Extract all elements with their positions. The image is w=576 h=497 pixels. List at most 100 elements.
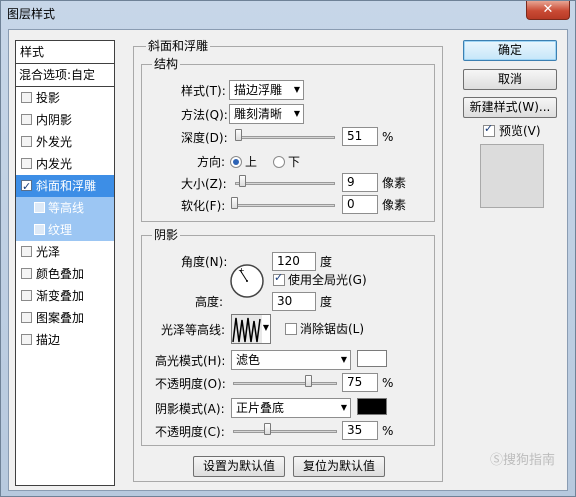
watermark: Ⓢ搜狗指南	[489, 453, 555, 468]
styles-list: 样式 混合选项:自定 投影内阴影外发光内发光斜面和浮雕等高线纹理光泽颜色叠加渐变…	[15, 40, 115, 486]
style-item-label: 颜色叠加	[36, 267, 85, 281]
size-unit: 像素	[382, 176, 407, 190]
ok-button[interactable]: 确定	[463, 40, 557, 61]
chevron-down-icon: ▼	[340, 355, 347, 364]
anti-alias-label[interactable]: 消除锯齿(L)	[300, 321, 364, 337]
soften-unit: 像素	[382, 198, 407, 212]
global-light-checkbox[interactable]	[273, 271, 285, 286]
style-item-checkbox[interactable]	[21, 290, 32, 301]
direction-label: 方向:	[197, 155, 226, 169]
shadow-opacity-thumb[interactable]	[264, 423, 271, 435]
style-item[interactable]: 描边	[16, 329, 114, 351]
depth-input[interactable]: 51	[342, 127, 378, 146]
title-bar[interactable]: 图层样式 ✕	[1, 1, 575, 27]
angle-input[interactable]: 120	[272, 252, 316, 271]
technique-dropdown[interactable]: 雕刻清晰 ▼	[229, 104, 304, 124]
style-item-label: 等高线	[48, 201, 85, 215]
altitude-input[interactable]: 30	[272, 292, 316, 311]
style-item-label: 投影	[36, 91, 61, 105]
style-item-label: 斜面和浮雕	[36, 179, 97, 193]
preview-thumbnail	[480, 144, 544, 208]
shadow-mode-dropdown[interactable]: 正片叠底 ▼	[231, 398, 351, 418]
size-label: 大小(Z):	[181, 177, 227, 191]
styles-header[interactable]: 样式	[16, 41, 114, 64]
window-title: 图层样式	[7, 7, 56, 21]
style-item-checkbox[interactable]	[21, 92, 32, 103]
style-item[interactable]: 内发光	[16, 153, 114, 175]
close-icon[interactable]: ✕	[526, 1, 570, 20]
shadow-opacity-track[interactable]	[233, 430, 337, 433]
style-item[interactable]: 投影	[16, 87, 114, 109]
chevron-down-icon: ▼	[293, 109, 300, 118]
style-items: 投影内阴影外发光内发光斜面和浮雕等高线纹理光泽颜色叠加渐变叠加图案叠加描边	[16, 87, 114, 351]
style-item-checkbox[interactable]	[21, 136, 32, 147]
style-item[interactable]: 外发光	[16, 131, 114, 153]
style-item[interactable]: 图案叠加	[16, 307, 114, 329]
highlight-mode-value: 滤色	[236, 353, 261, 367]
chevron-down-icon: ▼	[262, 323, 269, 332]
size-slider-thumb[interactable]	[239, 175, 246, 187]
direction-down-radio[interactable]	[273, 156, 285, 168]
anti-alias-checkbox[interactable]	[285, 323, 297, 335]
technique-label: 方法(Q):	[181, 108, 228, 122]
preview-checkbox[interactable]	[483, 122, 495, 137]
direction-up-radio[interactable]	[230, 156, 242, 168]
style-item-checkbox[interactable]	[21, 158, 32, 169]
highlight-opacity-track[interactable]	[233, 382, 337, 385]
highlight-opacity-unit: %	[382, 376, 394, 390]
style-item[interactable]: 渐变叠加	[16, 285, 114, 307]
style-item[interactable]: 等高线	[16, 197, 114, 219]
shadow-mode-label: 阴影模式(A):	[155, 402, 225, 416]
style-item[interactable]: 光泽	[16, 241, 114, 263]
soften-slider-thumb[interactable]	[231, 197, 238, 209]
style-dropdown[interactable]: 描边浮雕 ▼	[229, 80, 304, 100]
structure-title: 结构	[152, 57, 181, 71]
shadow-color-swatch[interactable]	[357, 398, 387, 415]
highlight-mode-dropdown[interactable]: 滤色 ▼	[231, 350, 351, 370]
angle-dial[interactable]: +	[229, 263, 265, 299]
style-item-checkbox[interactable]	[21, 176, 32, 198]
shadow-mode-value: 正片叠底	[236, 401, 285, 415]
direction-down-label[interactable]: 下	[288, 154, 300, 170]
altitude-label: 高度:	[195, 295, 224, 309]
style-item[interactable]: 斜面和浮雕	[16, 175, 114, 198]
style-item-checkbox[interactable]	[34, 202, 45, 213]
reset-default-button[interactable]: 复位为默认值	[293, 456, 385, 477]
highlight-mode-label: 高光模式(H):	[155, 354, 226, 368]
style-item-checkbox[interactable]	[21, 246, 32, 257]
global-light-label[interactable]: 使用全局光(G)	[288, 272, 367, 288]
size-slider-track[interactable]	[235, 182, 335, 185]
soften-input[interactable]: 0	[342, 195, 378, 214]
style-item[interactable]: 内阴影	[16, 109, 114, 131]
style-item-checkbox[interactable]	[21, 114, 32, 125]
shadow-opacity-input[interactable]: 35	[342, 421, 378, 440]
style-item[interactable]: 纹理	[16, 219, 114, 241]
style-item-label: 内发光	[36, 157, 73, 171]
angle-dial-icon: +	[230, 264, 264, 298]
style-item-label: 内阴影	[36, 113, 73, 127]
depth-slider-thumb[interactable]	[235, 129, 242, 141]
make-default-button[interactable]: 设置为默认值	[193, 456, 285, 477]
shadow-opacity-unit: %	[382, 424, 394, 438]
highlight-opacity-thumb[interactable]	[305, 375, 312, 387]
cancel-button[interactable]: 取消	[463, 69, 557, 90]
angle-unit: 度	[320, 255, 333, 269]
new-style-button[interactable]: 新建样式(W)...	[463, 97, 557, 118]
highlight-opacity-input[interactable]: 75	[342, 373, 378, 392]
highlight-color-swatch[interactable]	[357, 350, 387, 367]
blend-options-item[interactable]: 混合选项:自定	[16, 64, 114, 87]
style-item-checkbox[interactable]	[21, 268, 32, 279]
svg-text:+: +	[238, 266, 245, 275]
style-item-checkbox[interactable]	[21, 312, 32, 323]
soften-slider-track[interactable]	[235, 204, 335, 207]
style-item[interactable]: 颜色叠加	[16, 263, 114, 285]
style-item-checkbox[interactable]	[34, 224, 45, 235]
size-input[interactable]: 9	[342, 173, 378, 192]
gloss-contour-picker[interactable]: ▼	[231, 314, 271, 344]
style-item-checkbox[interactable]	[21, 334, 32, 345]
depth-slider-track[interactable]	[235, 136, 335, 139]
style-dropdown-value: 描边浮雕	[234, 83, 283, 97]
preview-label[interactable]: 预览(V)	[499, 123, 541, 139]
soften-label: 软化(F):	[181, 199, 226, 213]
direction-up-label[interactable]: 上	[245, 154, 257, 170]
